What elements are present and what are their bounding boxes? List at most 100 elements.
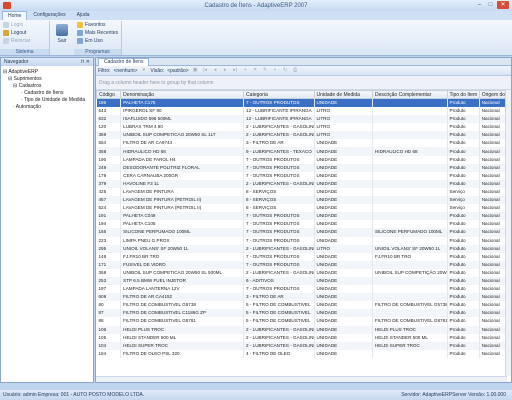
status-user-company: Usuário: admin Empresa: 001 - AUTO POSTO… bbox=[3, 392, 145, 398]
table-row[interactable]: 253 STP 6.5 BMW FUEL INJETOR 6 - ADITIVOS U… bbox=[96, 276, 512, 286]
table-cell: Produto bbox=[447, 163, 480, 172]
horizontal-scrollbar[interactable] bbox=[96, 376, 507, 382]
table-row[interactable]: 643 IPIRGEROL SF 90 12 - LUBRIFICANTE IPIR… bbox=[96, 107, 512, 116]
tab-ajuda[interactable]: Ajuda bbox=[72, 11, 95, 20]
column-header[interactable]: Categoria bbox=[243, 90, 315, 99]
table-row[interactable]: 368 HIDRAULICO HD 68 9 - LUBRIFICANTES - T… bbox=[96, 147, 512, 156]
table-row[interactable]: 190 LAMPADA DE FAROL H4 7 - OUTROS PRODUTO… bbox=[96, 155, 512, 164]
table-row[interactable]: 87 FILTRO DE COMBUSTIVEL C1186G ZP 5 - FIL… bbox=[96, 309, 512, 318]
table-row[interactable]: 165 SILICONE PERFUMADO 100ML 7 - OUTROS PR… bbox=[96, 228, 512, 237]
table-row[interactable]: 197 LAMPADA LANTERNA 12V 7 - OUTROS PRODUT… bbox=[96, 285, 512, 294]
tree-item-cadastro-de-itens[interactable]: · Cadastro de Ítens bbox=[3, 90, 91, 97]
prev-record-icon[interactable]: ◂ bbox=[212, 67, 219, 74]
table-row[interactable]: 194 PALHETA C105 7 - OUTROS PRODUTOS UNIDAD… bbox=[96, 220, 512, 229]
table-cell: STP 6.5 BMW FUEL INJETOR bbox=[120, 276, 245, 286]
maximize-button[interactable]: □ bbox=[486, 1, 495, 9]
tree-label: Cadastro de Ítens bbox=[24, 90, 64, 96]
table-cell bbox=[372, 285, 448, 294]
em-uso-button[interactable]: Em Uso bbox=[74, 37, 121, 45]
next-record-icon[interactable]: ▸ bbox=[222, 67, 229, 74]
table-row[interactable]: 554 FILTRO DE AR CA9744 3 - FILTRO DE AR UN… bbox=[96, 139, 512, 148]
table-row[interactable]: 186 PALHETA C175 7 - OUTROS PRODUTOS UNIDAD… bbox=[96, 98, 512, 107]
last-record-icon[interactable]: ▸| bbox=[232, 67, 239, 74]
vertical-scrollbar[interactable] bbox=[505, 90, 511, 376]
favoritos-button[interactable]: Favoritos bbox=[74, 21, 121, 29]
tree-item-suprimentos[interactable]: ⊟ Suprimentos bbox=[3, 76, 91, 83]
table-row[interactable]: 105 HELDI STANDER 500 ML 2 - LUBRIFICANTES… bbox=[96, 333, 512, 342]
table-row[interactable]: 295 UNIOIL VOLANS' SF 20W50 1L 2 - LUBRIFI… bbox=[96, 244, 512, 253]
filtro-select[interactable]: <nenhum> bbox=[114, 68, 138, 74]
table-row[interactable]: 191 PALHETA C049 7 - OUTROS PRODUTOS UNIDAD… bbox=[96, 212, 512, 221]
table-row[interactable]: 425 LAVAGEM DE PINTURA 8 - SERVIÇOS UNIDADE… bbox=[96, 187, 512, 197]
table-row[interactable]: 524 LAVAGEM DE PINTURA (PETROIL II) 8 - SE… bbox=[96, 204, 512, 213]
sair-button[interactable]: Sair bbox=[53, 23, 71, 47]
table-cell: UNIDADE bbox=[314, 333, 373, 342]
table-row[interactable]: 80 FILTRO DE COMBUSTIVEL G5738 5 - FILTRO … bbox=[96, 301, 512, 310]
reiniciar-button[interactable]: Reiniciar bbox=[0, 37, 49, 45]
login-button[interactable]: Login bbox=[0, 21, 49, 29]
column-header[interactable]: Denominação bbox=[120, 90, 245, 99]
table-row[interactable]: 104 HELDI SUPER TROC 2 - LUBRIFICANTES - G… bbox=[96, 341, 512, 350]
minimize-button[interactable]: – bbox=[475, 1, 484, 9]
table-cell: Produto bbox=[447, 276, 480, 286]
print-icon[interactable]: ⎙ bbox=[292, 67, 299, 74]
mais-recentes-button[interactable]: Mais Recentes bbox=[74, 29, 121, 37]
doc-tab-cadastro[interactable]: Cadastro de Ítens bbox=[98, 58, 150, 66]
table-cell bbox=[372, 187, 448, 197]
table-row[interactable]: 379 HAVOLINE F3 1L 2 - LUBRIFICANTES - GAS… bbox=[96, 179, 512, 188]
table-cell: Produto bbox=[447, 268, 480, 277]
table-row[interactable]: 171 FUSIVEL DE VIDRO 7 - OUTROS PRODUTOS UN… bbox=[96, 260, 512, 269]
document-tabs: Cadastro de Ítens bbox=[96, 58, 511, 66]
table-cell: 106 bbox=[96, 325, 122, 334]
column-header[interactable]: Código bbox=[95, 90, 122, 99]
table-cell: 643 bbox=[96, 107, 122, 116]
table-row[interactable]: 88 FILTRO DE COMBUSTIVEL G8781 5 - FILTRO … bbox=[96, 317, 512, 326]
table-cell: 8 - SERVIÇOS bbox=[243, 187, 315, 197]
table-row[interactable]: 359 UNIBOIL SUP COMPETICAO 20W50 SL 1LT 2 … bbox=[96, 131, 512, 140]
table-row[interactable]: 184 FILTRO DE OLEO PSL 320 4 - FILTRO DE O… bbox=[96, 349, 512, 358]
table-row[interactable]: 223 LIMPA PNEU G.PROX 7 - OUTROS PRODUTOS U… bbox=[96, 236, 512, 245]
first-record-icon[interactable]: |◂ bbox=[202, 67, 209, 74]
table-row[interactable]: 632 ISAFLUIDO 596 500ML 12 - LUBRIFICANTE … bbox=[96, 115, 512, 124]
table-cell: 104 bbox=[96, 341, 122, 350]
login-label: Login bbox=[11, 22, 24, 28]
tab-home[interactable]: Home bbox=[2, 11, 28, 20]
tree-item-automacao[interactable]: · Automação bbox=[3, 104, 91, 111]
edit-icon[interactable]: ✎ bbox=[262, 67, 269, 74]
tab-configuracoes[interactable]: Configurações bbox=[28, 11, 70, 20]
tree-item-adaptiveerp[interactable]: ⊟ AdaptiveERP bbox=[3, 69, 91, 76]
table-row[interactable]: 609 FILTRO DE AR CA4152 3 - FILTRO DE AR UN… bbox=[96, 293, 512, 302]
logout-button[interactable]: Logout bbox=[0, 29, 49, 37]
app-icon[interactable] bbox=[3, 2, 11, 9]
table-cell: Produto bbox=[447, 220, 480, 229]
save-icon[interactable]: ▪ bbox=[272, 67, 279, 74]
table-cell: Produto bbox=[447, 260, 480, 269]
refresh-icon[interactable]: ↻ bbox=[282, 67, 289, 74]
table-row[interactable]: 120 LUBRAX TRM 4 90 2 - LUBRIFICANTES - GA… bbox=[96, 123, 512, 132]
pin-icon[interactable]: ⊓ ✕ bbox=[81, 58, 90, 66]
table-cell: UNIDADE bbox=[314, 139, 373, 148]
add-icon[interactable]: + bbox=[242, 67, 249, 74]
column-header[interactable]: Unidade de Medida bbox=[313, 90, 373, 99]
table-cell: LAVAGEM DE PINTURA (PETROIL II) bbox=[120, 204, 245, 213]
table-row[interactable]: 146 FJ.FR10 BR TRO 7 - OUTROS PRODUTOS UNID… bbox=[96, 252, 512, 261]
group-by-panel[interactable]: Drag a column header here to group by th… bbox=[96, 76, 511, 90]
table-row[interactable]: 249 DESODORANTE POLITRIZ FLORAL 7 - OUTROS… bbox=[96, 163, 512, 172]
tree-item-tipo-unidade[interactable]: · Tipo de Unidade de Medida bbox=[3, 97, 91, 104]
close-button[interactable]: ✕ bbox=[497, 1, 509, 9]
filter-edit-icon[interactable]: ▾ bbox=[140, 67, 147, 74]
table-row[interactable]: 106 HELDI PLUS TROC 2 - LUBRIFICANTES - GA… bbox=[96, 325, 512, 334]
new-icon[interactable]: ▣ bbox=[192, 67, 199, 74]
table-row[interactable]: 358 UNIBOIL SUP COMPETICAO 20W50 SL 500ML… bbox=[96, 268, 512, 277]
ribbon: Login Logout Reiniciar Sistema Sair Favo… bbox=[0, 20, 512, 56]
table-row[interactable]: 179 CERA CARNAUBA 200GR 7 - OUTROS PRODUTO… bbox=[96, 171, 512, 180]
column-header[interactable]: Descrição Complementar bbox=[371, 90, 448, 99]
tree-item-cadastros[interactable]: ⊟ Cadastros bbox=[3, 83, 91, 90]
table-cell: UNIDADE bbox=[314, 285, 373, 294]
table-row[interactable]: 457 LAVAGEM DE PINTURA (PETROIL II) 8 - SE… bbox=[96, 196, 512, 205]
delete-icon[interactable]: ✕ bbox=[252, 67, 259, 74]
visao-select[interactable]: <padrão> bbox=[167, 68, 188, 74]
status-bar: Usuário: admin Empresa: 001 - AUTO POSTO… bbox=[0, 390, 512, 400]
column-header[interactable]: Tipo do Item bbox=[446, 90, 480, 99]
table-cell bbox=[372, 171, 448, 180]
